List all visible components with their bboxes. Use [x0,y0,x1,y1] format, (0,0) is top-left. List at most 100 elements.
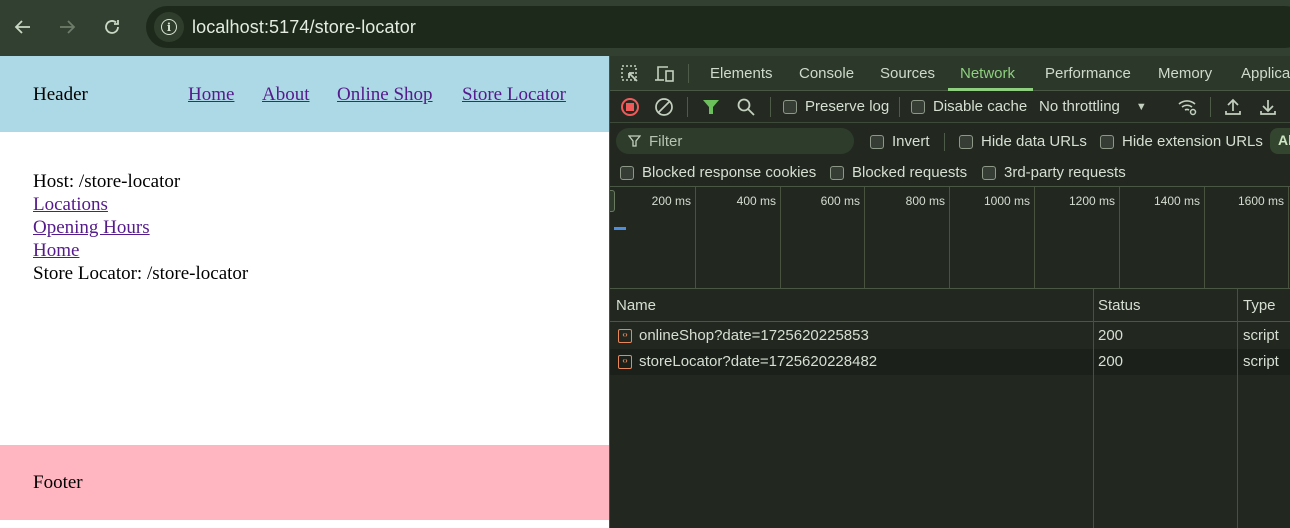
third-party-requests-checkbox[interactable]: 3rd-party requests [982,164,1126,181]
info-icon: i [161,19,177,35]
inspect-element-button[interactable] [620,64,642,84]
clear-button[interactable] [654,97,676,117]
tab-memory[interactable]: Memory [1158,65,1212,82]
url-text[interactable]: localhost:5174/store-locator [192,17,416,38]
funnel-icon [703,100,719,114]
checkbox-box[interactable] [620,165,634,180]
filter-bar: Filter Invert Hide data URLs Hide extens… [610,123,1290,187]
checkbox-box[interactable] [959,134,973,149]
dropdown-arrow-icon: ▼ [1135,100,1147,113]
timeline-gridline [1288,187,1289,288]
timeline-gridline [780,187,781,288]
filter-icon [628,134,641,147]
network-toolbar: Preserve log Disable cache No throttling… [610,91,1290,123]
tab-network[interactable]: Network [960,65,1015,82]
filter-input[interactable]: Filter [616,128,854,154]
requests-empty-area [610,374,1290,528]
download-icon [1260,100,1276,115]
hide-data-urls-checkbox[interactable]: Hide data URLs [959,133,1087,150]
checkbox-box[interactable] [830,165,844,180]
checkbox-box[interactable] [911,99,925,114]
upload-icon [1225,98,1241,115]
tab-performance[interactable]: Performance [1045,65,1131,82]
site-info-button[interactable]: i [154,12,184,42]
network-overview-timeline[interactable]: 200 ms 400 ms 600 ms 800 ms 1000 ms 1200 ms 14… [610,187,1290,289]
nav-link-store-locator[interactable]: Store Locator [462,84,566,106]
wifi-settings-icon [1178,100,1197,116]
hide-extension-urls-checkbox[interactable]: Hide extension URLs [1100,133,1263,150]
request-status: 200 [1098,327,1124,344]
request-row[interactable]: ‹› storeLocator?date=1725620228482 200 s… [610,349,1290,375]
script-file-icon: ‹› [618,329,632,343]
resource-type-all-chip[interactable]: Al [1270,128,1290,154]
nav-link-about[interactable]: About [262,84,310,106]
throttling-value: No throttling [1039,98,1120,115]
divider [770,97,771,117]
blocked-response-cookies-checkbox[interactable]: Blocked response cookies [620,164,816,181]
host-line: Host: /store-locator [33,171,181,192]
tab-sources[interactable]: Sources [880,65,935,82]
request-type: script [1243,327,1279,344]
invert-checkbox[interactable]: Invert [870,133,930,150]
throttling-select[interactable]: No throttling ▼ [1039,98,1147,115]
address-bar[interactable]: i localhost:5174/store-locator [146,6,1290,48]
search-button[interactable] [736,97,758,117]
forward-button[interactable] [52,12,82,42]
back-button[interactable] [8,12,38,42]
timeline-tick-label: 800 ms [905,194,945,208]
arrow-left-icon [14,20,30,34]
checkbox-box[interactable] [1100,134,1114,149]
tab-application[interactable]: Applica [1241,65,1290,82]
device-icon [655,66,674,82]
site-header: Header Home About Online Shop Store Loca… [0,56,609,132]
invert-label: Invert [892,133,930,150]
divider [687,97,688,117]
filter-toggle-button[interactable] [701,97,723,117]
link-locations[interactable]: Locations [33,193,248,216]
export-har-button[interactable] [1258,97,1280,117]
timeline-tick-label: 1000 ms [983,194,1030,208]
request-status: 200 [1098,353,1124,370]
arrow-right-icon [60,20,76,34]
tab-console[interactable]: Console [799,65,854,82]
record-button[interactable] [620,97,642,117]
reload-button[interactable] [97,12,127,42]
checkbox-box[interactable] [982,165,996,180]
timeline-tick-label: 1200 ms [1068,194,1115,208]
timeline-tick-label: 400 ms [736,194,776,208]
timeline-range-handle[interactable] [610,190,615,212]
nav-link-online-shop[interactable]: Online Shop [337,84,433,106]
footer-title: Footer [33,472,83,493]
clear-icon [655,98,673,116]
column-header-name[interactable]: Name [616,297,656,314]
device-toolbar-button[interactable] [654,64,676,84]
page-viewport: Header Home About Online Shop Store Loca… [0,56,609,528]
link-home[interactable]: Home [33,239,248,262]
preserve-log-label: Preserve log [805,98,890,115]
script-file-icon: ‹› [618,355,632,369]
timeline-gridline [949,187,950,288]
main-content: Host: /store-locator Locations Opening H… [33,170,248,285]
column-divider[interactable] [1093,289,1094,528]
link-opening-hours[interactable]: Opening Hours [33,216,248,239]
blocked-requests-checkbox[interactable]: Blocked requests [830,164,967,181]
column-header-status[interactable]: Status [1098,297,1141,314]
column-header-type[interactable]: Type [1243,297,1276,314]
import-har-button[interactable] [1223,97,1245,117]
tab-elements[interactable]: Elements [710,65,773,82]
column-divider[interactable] [1237,289,1238,528]
nav-link-home[interactable]: Home [188,84,234,106]
divider [688,64,689,83]
request-type: script [1243,353,1279,370]
request-name: storeLocator?date=1725620228482 [639,353,878,370]
checkbox-box[interactable] [870,134,884,149]
preserve-log-checkbox[interactable]: Preserve log [783,98,889,115]
header-title: Header [33,84,88,105]
request-row[interactable]: ‹› onlineShop?date=1725620225853 200 scr… [610,323,1290,349]
timeline-request-bar [614,227,626,230]
hide-data-urls-label: Hide data URLs [981,133,1087,150]
disable-cache-checkbox[interactable]: Disable cache [911,98,1027,115]
disable-cache-label: Disable cache [933,98,1028,115]
checkbox-box[interactable] [783,99,797,114]
network-conditions-button[interactable] [1177,97,1199,117]
